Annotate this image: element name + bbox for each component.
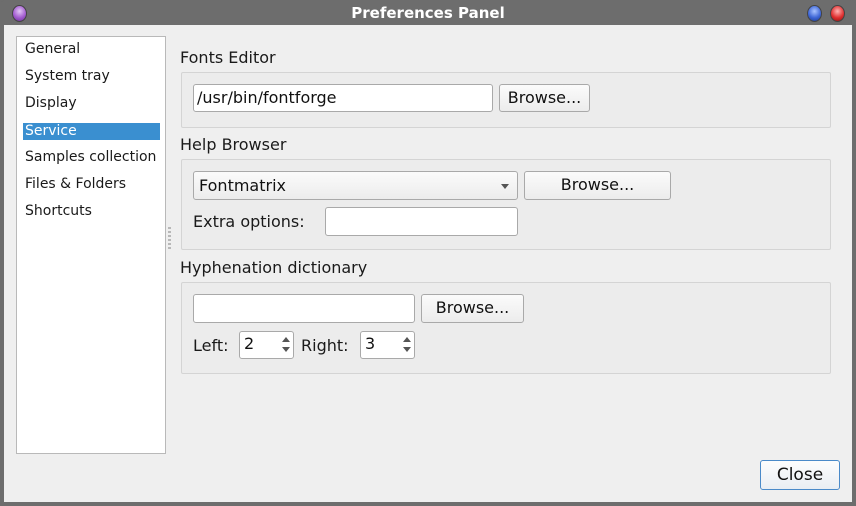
sidebar-item-files-folders[interactable]: Files & Folders	[23, 176, 160, 193]
sidebar-item-system-tray[interactable]: System tray	[23, 68, 160, 85]
spin-down-icon[interactable]	[403, 347, 411, 352]
category-list[interactable]: General System tray Display Service Samp…	[16, 36, 166, 454]
splitter-handle[interactable]	[168, 227, 171, 249]
hyphenation-group: Browse... Left: 2 Right: 3	[181, 282, 831, 374]
extra-options-input[interactable]	[325, 207, 518, 236]
close-window-icon[interactable]	[830, 5, 845, 22]
help-browser-title: Help Browser	[180, 135, 287, 154]
hyphenation-browse-button[interactable]: Browse...	[421, 294, 524, 323]
right-label: Right:	[301, 336, 349, 355]
extra-options-label: Extra options:	[193, 212, 305, 231]
sidebar-item-general[interactable]: General	[23, 41, 160, 58]
left-spinbox[interactable]: 2	[239, 331, 294, 359]
fonts-editor-browse-button[interactable]: Browse...	[499, 84, 590, 112]
help-browser-browse-button[interactable]: Browse...	[524, 171, 671, 200]
right-spinbox[interactable]: 3	[360, 331, 415, 359]
spin-down-icon[interactable]	[282, 347, 290, 352]
right-value: 3	[365, 334, 376, 353]
chevron-down-icon	[501, 184, 509, 189]
left-value: 2	[244, 334, 255, 353]
sidebar-item-samples-collection[interactable]: Samples collection	[23, 149, 160, 166]
fonts-editor-group: /usr/bin/fontforge Browse...	[181, 72, 831, 128]
close-button[interactable]: Close	[760, 460, 840, 490]
fonts-editor-path-input[interactable]: /usr/bin/fontforge	[193, 84, 493, 112]
help-browser-select[interactable]: Fontmatrix	[193, 171, 518, 200]
hyphenation-path-input[interactable]	[193, 294, 415, 323]
help-browser-select-value: Fontmatrix	[199, 176, 286, 195]
sidebar-item-service[interactable]: Service	[23, 123, 160, 140]
help-browser-group: Fontmatrix Browse... Extra options:	[181, 159, 831, 250]
sidebar-item-shortcuts[interactable]: Shortcuts	[23, 203, 160, 220]
sidebar-item-display[interactable]: Display	[23, 95, 160, 112]
minimize-icon[interactable]	[807, 5, 822, 22]
hyphenation-title: Hyphenation dictionary	[180, 258, 368, 277]
fonts-editor-title: Fonts Editor	[180, 48, 276, 67]
window-title: Preferences Panel	[351, 4, 505, 22]
spin-up-icon[interactable]	[403, 337, 411, 342]
left-label: Left:	[193, 336, 229, 355]
title-bar[interactable]: Preferences Panel	[0, 0, 856, 25]
spin-up-icon[interactable]	[282, 337, 290, 342]
preferences-dialog: General System tray Display Service Samp…	[4, 25, 852, 502]
